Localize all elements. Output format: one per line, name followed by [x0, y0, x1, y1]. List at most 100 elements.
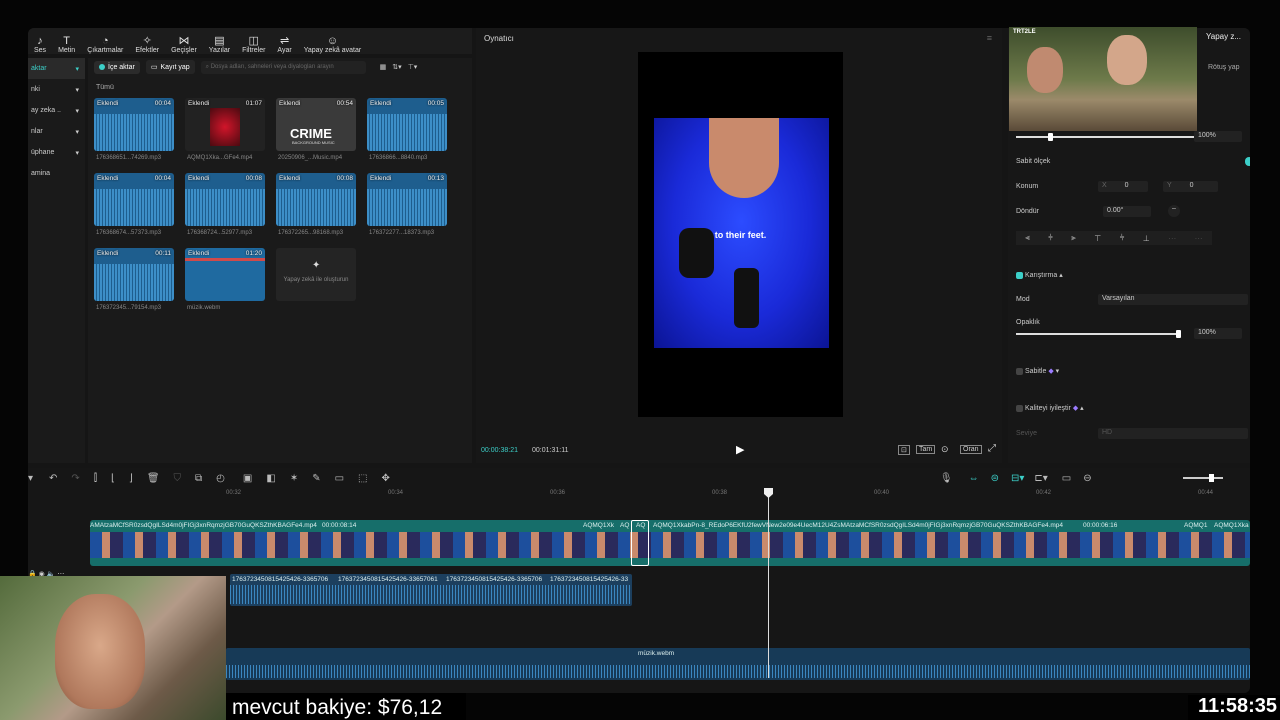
media-card[interactable]: Eklendi 00:05	[367, 98, 447, 151]
uniform-scale-label: Sabit ölçek	[1016, 158, 1051, 165]
mic-icon[interactable]: 🎙	[940, 473, 953, 484]
tool-filters[interactable]: ◫ Filtreler	[242, 36, 265, 55]
tool-ai-avatar[interactable]: ☺ Yapay zekâ avatar	[304, 36, 361, 55]
play-icon[interactable]: ▶	[736, 443, 744, 456]
zoom-slider[interactable]	[1183, 477, 1223, 479]
extract-icon[interactable]: ✥	[382, 473, 390, 484]
media-card[interactable]: Eklendi 00:13	[367, 173, 447, 226]
retouch-button[interactable]: Rötuş yap	[1208, 64, 1240, 71]
sort-icon[interactable]: ⇅▾	[392, 63, 401, 71]
video-preview[interactable]: to their feet.	[638, 52, 843, 417]
ai-effect-icon[interactable]: ✶	[290, 473, 298, 484]
magic-icon[interactable]: ✎	[312, 473, 320, 484]
music-track[interactable]: müzik.webm	[226, 648, 1250, 680]
import-button[interactable]: İçe aktar	[94, 60, 140, 74]
main-video-track[interactable]: AMAtzaMCfSR0zsdQgILSd4m0jFIGj3xnRqmzjGB7…	[90, 520, 1250, 566]
magnet-icon[interactable]: ⊟▾	[1011, 473, 1024, 484]
sidebar-item-library[interactable]: üphane ▾	[28, 142, 85, 163]
media-card[interactable]: Eklendi 00:08	[276, 173, 356, 226]
split-icon[interactable]: ⫿	[94, 473, 97, 484]
tool-audio[interactable]: ♪ Ses	[34, 36, 46, 55]
opacity-input[interactable]: 100%	[1194, 328, 1242, 339]
menu-icon[interactable]: ≡	[987, 33, 992, 43]
media-search-input[interactable]: ⌕ Dosya adları, sahneleri veya diyalogla…	[200, 60, 366, 74]
opacity-knob[interactable]	[1176, 330, 1181, 338]
align-right-icon[interactable]: ⫸	[1071, 233, 1076, 243]
stabilize-section[interactable]: Sabitle ◆ ▾	[1016, 367, 1059, 375]
align-bottom-icon[interactable]: ⊥	[1143, 234, 1150, 243]
adjust-icon: ⇌	[279, 35, 290, 47]
filter-icon[interactable]: ⊤▾	[408, 63, 418, 71]
scale-slider[interactable]	[1016, 136, 1196, 138]
timeline-ruler[interactable]: 00:32 00:34 00:36 00:38 00:40 00:42 00:4…	[90, 490, 1250, 502]
align-left-icon[interactable]: ⫷	[1025, 233, 1030, 243]
sticker-icon: ◔	[101, 35, 109, 47]
sidebar-item-import[interactable]: aktar ▾	[28, 58, 85, 79]
media-card[interactable]: Eklendi 00:11	[94, 248, 174, 301]
sidebar-item-ai[interactable]: ay zeka .. ▾	[28, 100, 85, 121]
enhance-section[interactable]: Kaliteyi iyileştir ◆ ▴	[1016, 404, 1084, 412]
tool-effects[interactable]: ✧ Efektler	[135, 36, 159, 55]
section-label: Tümü	[96, 84, 114, 91]
freeze-icon[interactable]: ▣	[243, 473, 252, 484]
cover-icon[interactable]: ▭	[335, 473, 344, 484]
media-card[interactable]: Eklendi 00:04	[94, 98, 174, 151]
split-left-icon[interactable]: ⌊	[111, 473, 115, 484]
sidebar-item-3[interactable]: nlar ▾	[28, 121, 85, 142]
split-right-icon[interactable]: ⌋	[129, 473, 133, 484]
fit-icon[interactable]: ⊡	[898, 445, 910, 455]
tool-stickers[interactable]: ◔ Çıkartmalar	[87, 35, 123, 55]
pos-x-input[interactable]: X0	[1098, 181, 1148, 192]
media-card[interactable]: Eklendi 00:04	[94, 173, 174, 226]
media-card[interactable]: Eklendi 00:08	[185, 173, 265, 226]
sidebar-item-1[interactable]: nki ▾	[28, 79, 85, 100]
media-card[interactable]: CRIME BACKGROUND MUSIC Eklendi 00:54	[276, 98, 356, 151]
scale-knob[interactable]	[1048, 133, 1053, 141]
zoom-out-icon[interactable]: ⊖	[1083, 473, 1091, 484]
align-top-icon[interactable]: ⊤	[1094, 234, 1101, 243]
link-icon[interactable]: ⇔	[969, 473, 979, 484]
zoom-knob[interactable]	[1209, 474, 1214, 482]
playhead[interactable]	[768, 488, 769, 678]
mode-select[interactable]: Varsayılan	[1098, 294, 1248, 305]
align-middle-icon[interactable]: ⫩	[1120, 233, 1125, 243]
blend-section[interactable]: Karıştırma ▴	[1016, 271, 1063, 279]
tab-ai[interactable]: Yapay z...	[1206, 32, 1241, 41]
split-screen-icon[interactable]: ⊏▾	[1034, 473, 1047, 484]
delete-icon[interactable]: 🗑	[147, 473, 160, 484]
pos-y-input[interactable]: Y0	[1163, 181, 1218, 192]
snap-icon[interactable]: ⊜	[991, 473, 999, 484]
rotate-input[interactable]: 0.00°	[1103, 206, 1151, 217]
crop-icon[interactable]: ⧉	[195, 473, 202, 484]
player-panel: Oynatıcı ≡ to their feet. 00:00:38:21 00…	[476, 28, 1002, 463]
tool-transitions[interactable]: ⋈ Geçişler	[171, 36, 197, 55]
media-panel: İçe aktar ▭ Kayıt yap ⌕ Dosya adları, sah…	[88, 58, 472, 463]
align-center-icon[interactable]: ⫩	[1048, 233, 1053, 243]
audio-track[interactable]: 176372345081542542​6-3365706 17637234508…	[230, 574, 632, 606]
scale-input[interactable]: 100%	[1194, 131, 1242, 142]
ratio-button[interactable]: Oran	[960, 445, 982, 454]
tool-captions[interactable]: ▤ Yazılar	[209, 36, 230, 55]
media-card[interactable]: Eklendi 01:20	[185, 248, 265, 301]
waveform	[94, 188, 174, 226]
full-quality-button[interactable]: Tam	[916, 445, 936, 454]
selected-clip[interactable]	[631, 520, 649, 566]
uniform-scale-toggle[interactable]	[1245, 157, 1250, 166]
screenshot-icon[interactable]: ⊙	[941, 444, 949, 455]
mirror-icon[interactable]: ◧	[266, 473, 275, 484]
undo-icon[interactable]: ↶	[49, 473, 57, 484]
tool-text[interactable]: T Metin	[58, 36, 75, 55]
speed-icon[interactable]: ◴	[216, 473, 225, 484]
dropdown-icon[interactable]: ▾	[28, 473, 33, 484]
fullscreen-icon[interactable]: ⤢	[988, 443, 996, 454]
sidebar-item-5[interactable]: amina	[28, 163, 85, 184]
preview-icon[interactable]: ▭	[1062, 473, 1071, 484]
ai-create-card[interactable]: ✦ Yapay zekâ ile oluşturun	[276, 248, 356, 301]
rotate-dial-icon[interactable]: –	[1168, 205, 1180, 217]
record-button[interactable]: ▭ Kayıt yap	[145, 60, 195, 74]
media-card[interactable]: Eklendi 01:07	[185, 98, 265, 151]
opacity-slider[interactable]	[1016, 333, 1178, 335]
tool-adjust[interactable]: ⇌ Ayar	[277, 35, 291, 55]
export-frame-icon[interactable]: ⬚	[358, 473, 367, 484]
grid-view-icon[interactable]: ▦	[380, 63, 387, 71]
